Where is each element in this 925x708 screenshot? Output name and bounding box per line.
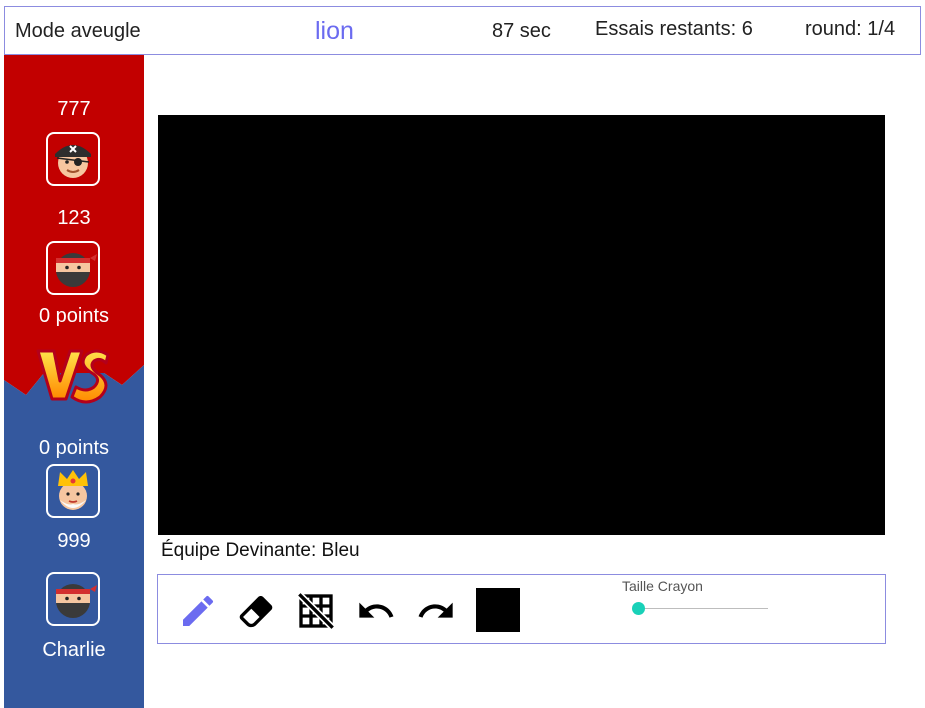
undo-icon[interactable] [356,591,396,631]
timer: 87 sec [492,20,551,42]
drawing-canvas[interactable] [158,115,885,535]
ninja-avatar-icon [46,241,100,295]
blue-player-name: 999 [57,530,91,552]
vs-logo-icon [36,349,110,404]
blue-player-name: Charlie [42,639,106,661]
ninja-avatar-icon [46,572,100,626]
pencil-icon[interactable] [178,591,218,631]
game-mode-label: Mode aveugle [15,20,141,42]
red-player-name: 777 [57,98,91,120]
drawing-toolbar: Taille Crayon [157,574,886,644]
slider-track [638,608,768,609]
secret-word: lion [315,17,354,45]
redo-icon[interactable] [416,591,456,631]
red-team-points: 0 points [38,305,110,327]
red-player-name: 123 [57,207,91,229]
blue-team-points: 0 points [38,437,110,459]
brush-size-slider[interactable] [632,601,768,615]
team-scoreboard: 777 123 0 points 0 points 999 Charlie [4,55,144,708]
eraser-icon[interactable] [236,591,276,631]
remaining-tries: Essais restants: 6 [595,18,753,40]
round-counter: round: 1/4 [805,18,896,40]
game-header: Mode aveugle lion 87 sec Essais restants… [4,6,921,55]
grid-off-icon[interactable] [296,591,336,631]
brush-size-label: Taille Crayon [622,578,703,594]
slider-thumb[interactable] [632,602,645,615]
color-picker-swatch[interactable] [476,588,520,632]
pirate-avatar-icon [46,132,100,186]
guessing-team-label: Équipe Devinante: Bleu [161,540,360,561]
king-avatar-icon [46,464,100,518]
